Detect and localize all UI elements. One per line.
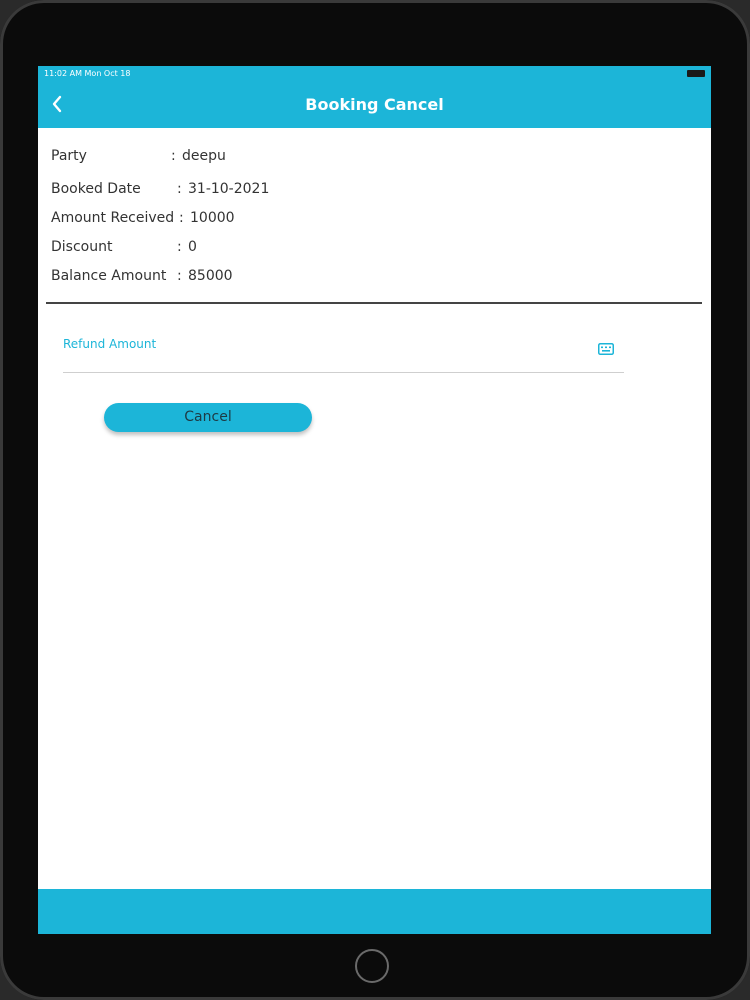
battery-icon (687, 70, 705, 77)
detail-value: 31-10-2021 (188, 181, 270, 197)
home-button[interactable] (355, 949, 389, 983)
detail-separator: : (171, 148, 176, 164)
page-title: Booking Cancel (305, 95, 444, 114)
back-button[interactable] (48, 94, 68, 114)
detail-label: Discount (51, 239, 113, 255)
detail-label: Booked Date (51, 181, 141, 197)
detail-label: Amount Received (51, 210, 175, 226)
detail-separator: : (179, 210, 184, 226)
detail-separator: : (177, 181, 182, 197)
detail-value: 85000 (188, 268, 233, 284)
detail-value: deepu (182, 148, 226, 164)
bottom-bar (38, 889, 711, 934)
cancel-button[interactable]: Cancel (104, 403, 312, 432)
keyboard-icon[interactable] (598, 340, 614, 355)
refund-amount-label: Refund Amount (63, 337, 157, 351)
detail-separator: : (177, 239, 182, 255)
section-divider (46, 302, 702, 304)
navigation-bar: Booking Cancel (38, 82, 711, 128)
detail-separator: : (177, 268, 182, 284)
refund-amount-field[interactable]: Refund Amount (63, 332, 624, 373)
tablet-device-frame: 11:02 AM Mon Oct 18 Booking Cancel Party… (0, 0, 750, 1000)
status-time: 11:02 AM Mon Oct 18 (44, 69, 131, 78)
status-bar: 11:02 AM Mon Oct 18 (38, 66, 711, 82)
detail-label: Party (51, 148, 87, 164)
detail-label: Balance Amount (51, 268, 167, 284)
chevron-left-icon (52, 95, 62, 113)
app-screen: 11:02 AM Mon Oct 18 Booking Cancel Party… (38, 66, 711, 934)
detail-value: 10000 (190, 210, 235, 226)
detail-value: 0 (188, 239, 197, 255)
